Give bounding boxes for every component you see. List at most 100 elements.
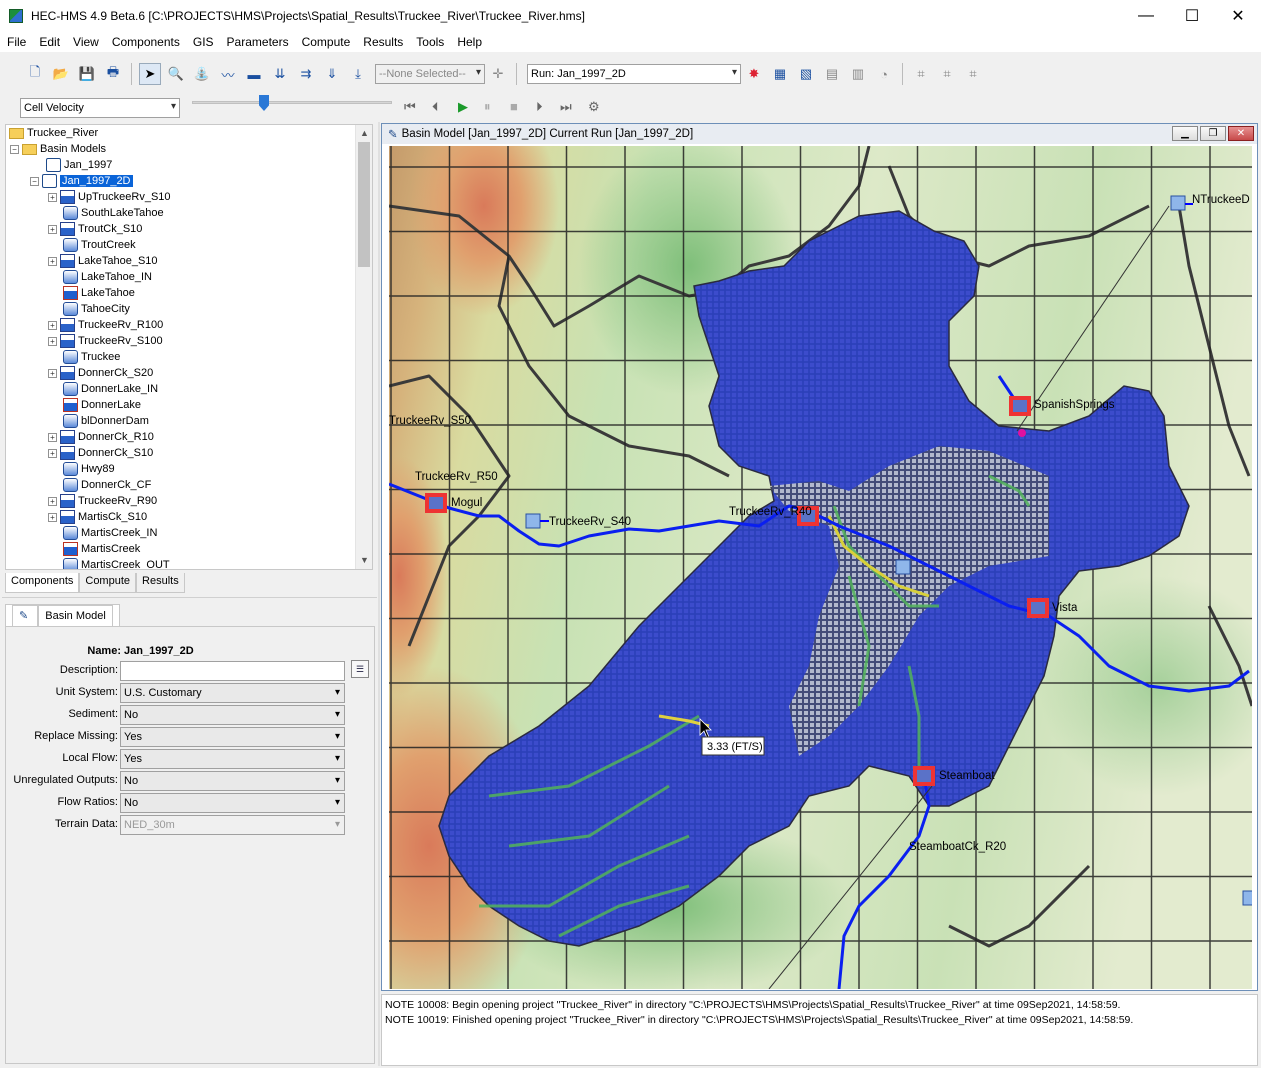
tree-element[interactable]: DonnerLake — [6, 397, 372, 413]
results-compare-icon[interactable]: ◔ — [873, 63, 895, 85]
subbasin-tool-icon[interactable]: ⛲ — [191, 63, 213, 85]
crosshair-icon[interactable]: ✛ — [487, 63, 509, 85]
animation-settings-icon[interactable]: ⚙ — [588, 99, 600, 115]
tree-element[interactable]: DonnerCk_CF — [6, 477, 372, 493]
compute-run-icon[interactable]: ✸ — [743, 63, 765, 85]
tree-element[interactable]: + DonnerCk_R10 — [6, 429, 372, 445]
collapse-icon[interactable]: − — [30, 176, 39, 186]
tree-element[interactable]: + UpTruckeeRv_S10 — [6, 189, 372, 205]
tree-element[interactable]: TroutCreek — [6, 237, 372, 253]
tab-results[interactable]: Results — [136, 573, 185, 593]
menu-help[interactable]: Help — [450, 35, 488, 49]
global-summary-icon[interactable]: ▦ — [769, 63, 791, 85]
time-series-table-icon[interactable]: ▥ — [847, 63, 869, 85]
open-project-icon[interactable]: 📂 — [50, 63, 72, 85]
tree-element[interactable]: MartisCreek — [6, 541, 372, 557]
junction-mogul-icon[interactable] — [425, 493, 447, 513]
tree-element[interactable]: + MartisCk_S10 — [6, 509, 372, 525]
map-close-button[interactable]: ✕ — [1228, 126, 1254, 141]
tree-basin-jan1997[interactable]: Jan_1997 — [6, 157, 372, 173]
sink-tool-icon[interactable]: ⤓ — [347, 63, 369, 85]
expand-icon[interactable]: + — [48, 320, 57, 330]
tree-basin-jan1997-2d[interactable]: − Jan_1997_2D — [6, 173, 372, 189]
element-summary-icon[interactable]: ▤ — [821, 63, 843, 85]
tree-element[interactable]: LakeTahoe — [6, 285, 372, 301]
tree-element[interactable]: LakeTahoe_IN — [6, 269, 372, 285]
minimize-button[interactable]: — — [1123, 0, 1169, 31]
main-splitter[interactable] — [378, 122, 380, 1066]
property-select[interactable]: No ▾ — [120, 771, 345, 791]
sink-icon[interactable] — [1018, 429, 1026, 437]
junction-tool-icon[interactable]: ⇊ — [269, 63, 291, 85]
reach-tool-icon[interactable]: 〰 — [217, 63, 239, 85]
menu-view[interactable]: View — [66, 35, 105, 49]
reservoir-tool-icon[interactable]: ▬ — [243, 63, 265, 85]
property-select[interactable]: U.S. Customary ▾ — [120, 683, 345, 703]
expand-icon[interactable]: + — [48, 224, 57, 234]
step-back-icon[interactable]: ⏴ — [432, 99, 439, 115]
step-forward-icon[interactable]: ⏵ — [536, 99, 543, 115]
tree-element[interactable]: DonnerLake_IN — [6, 381, 372, 397]
tab-compute[interactable]: Compute — [79, 573, 137, 593]
skip-to-start-icon[interactable]: ⏮ — [404, 99, 416, 115]
menu-results[interactable]: Results — [356, 35, 409, 49]
print-icon[interactable]: 🖶 — [102, 63, 124, 85]
property-select[interactable]: Yes ▾ — [120, 727, 345, 747]
menu-components[interactable]: Components — [105, 35, 186, 49]
run-select[interactable]: Run: Jan_1997_2D ▾ — [527, 64, 741, 84]
expand-icon[interactable]: + — [48, 448, 57, 458]
stop-icon[interactable]: ■ — [510, 99, 518, 114]
subbasin-pyramid-icon[interactable] — [895, 559, 911, 575]
tab-basin-model[interactable]: ✎ Basin Model — [5, 604, 120, 626]
tab-components[interactable]: Components — [5, 573, 80, 593]
element-graph-icon[interactable]: ▧ — [795, 63, 817, 85]
property-select[interactable]: Yes ▾ — [120, 749, 345, 769]
junction-vista-icon[interactable] — [1027, 598, 1049, 618]
map-svg[interactable]: NTruckeeD SpanishSprings TruckeeRv_S50 T… — [389, 146, 1252, 989]
diversion-tool-icon[interactable]: ⇉ — [295, 63, 317, 85]
tree-element[interactable]: + DonnerCk_S10 — [6, 445, 372, 461]
grid-zoom-icon[interactable]: ⌗ — [936, 63, 958, 85]
tree-element[interactable]: Truckee — [6, 349, 372, 365]
collapse-icon[interactable]: − — [10, 144, 19, 154]
close-button[interactable]: ✕ — [1215, 0, 1261, 31]
menu-file[interactable]: File — [0, 35, 32, 49]
expand-icon[interactable]: + — [48, 512, 57, 522]
tree-element[interactable]: + TroutCk_S10 — [6, 221, 372, 237]
menu-compute[interactable]: Compute — [295, 35, 357, 49]
play-icon[interactable]: ▶ — [458, 99, 468, 115]
expand-icon[interactable]: + — [48, 496, 57, 506]
description-editor-button[interactable]: ☰ — [351, 660, 369, 678]
subbasin-right-edge-icon[interactable] — [1242, 890, 1252, 906]
source-tool-icon[interactable]: ⇓ — [321, 63, 343, 85]
grid-extent-icon[interactable]: ⌗ — [962, 63, 984, 85]
tree-basin-models[interactable]: − Basin Models — [6, 141, 372, 157]
scroll-down-icon[interactable]: ▼ — [356, 552, 372, 569]
expand-icon[interactable]: + — [48, 336, 57, 346]
description-input[interactable] — [120, 661, 345, 681]
menu-gis[interactable]: GIS — [186, 35, 220, 49]
map-minimize-button[interactable]: ▁ — [1172, 126, 1198, 141]
property-select[interactable]: No ▾ — [120, 793, 345, 813]
element-select[interactable]: --None Selected-- ▾ — [375, 64, 485, 84]
menu-parameters[interactable]: Parameters — [220, 35, 295, 49]
grid-view-icon[interactable]: ⌗ — [910, 63, 932, 85]
tree-element[interactable]: + DonnerCk_S20 — [6, 365, 372, 381]
display-select[interactable]: Cell Velocity ▾ — [20, 98, 180, 118]
map-restore-button[interactable]: ❐ — [1200, 126, 1226, 141]
expand-icon[interactable]: + — [48, 368, 57, 378]
new-project-icon[interactable]: 🗋 — [24, 63, 46, 85]
pane-splitter[interactable] — [2, 597, 377, 601]
property-select[interactable]: No ▾ — [120, 705, 345, 725]
tree-element[interactable]: + LakeTahoe_S10 — [6, 253, 372, 269]
save-project-icon[interactable]: 💾 — [76, 63, 98, 85]
tree-element[interactable]: blDonnerDam — [6, 413, 372, 429]
maximize-button[interactable]: ☐ — [1169, 0, 1215, 31]
expand-icon[interactable]: + — [48, 256, 57, 266]
menu-tools[interactable]: Tools — [409, 35, 450, 49]
tree-element[interactable]: SouthLakeTahoe — [6, 205, 372, 221]
tree-element[interactable]: Hwy89 — [6, 461, 372, 477]
junction-steamboat-icon[interactable] — [913, 766, 935, 786]
scroll-up-icon[interactable]: ▲ — [356, 125, 372, 142]
tree-element[interactable]: MartisCreek_IN — [6, 525, 372, 541]
